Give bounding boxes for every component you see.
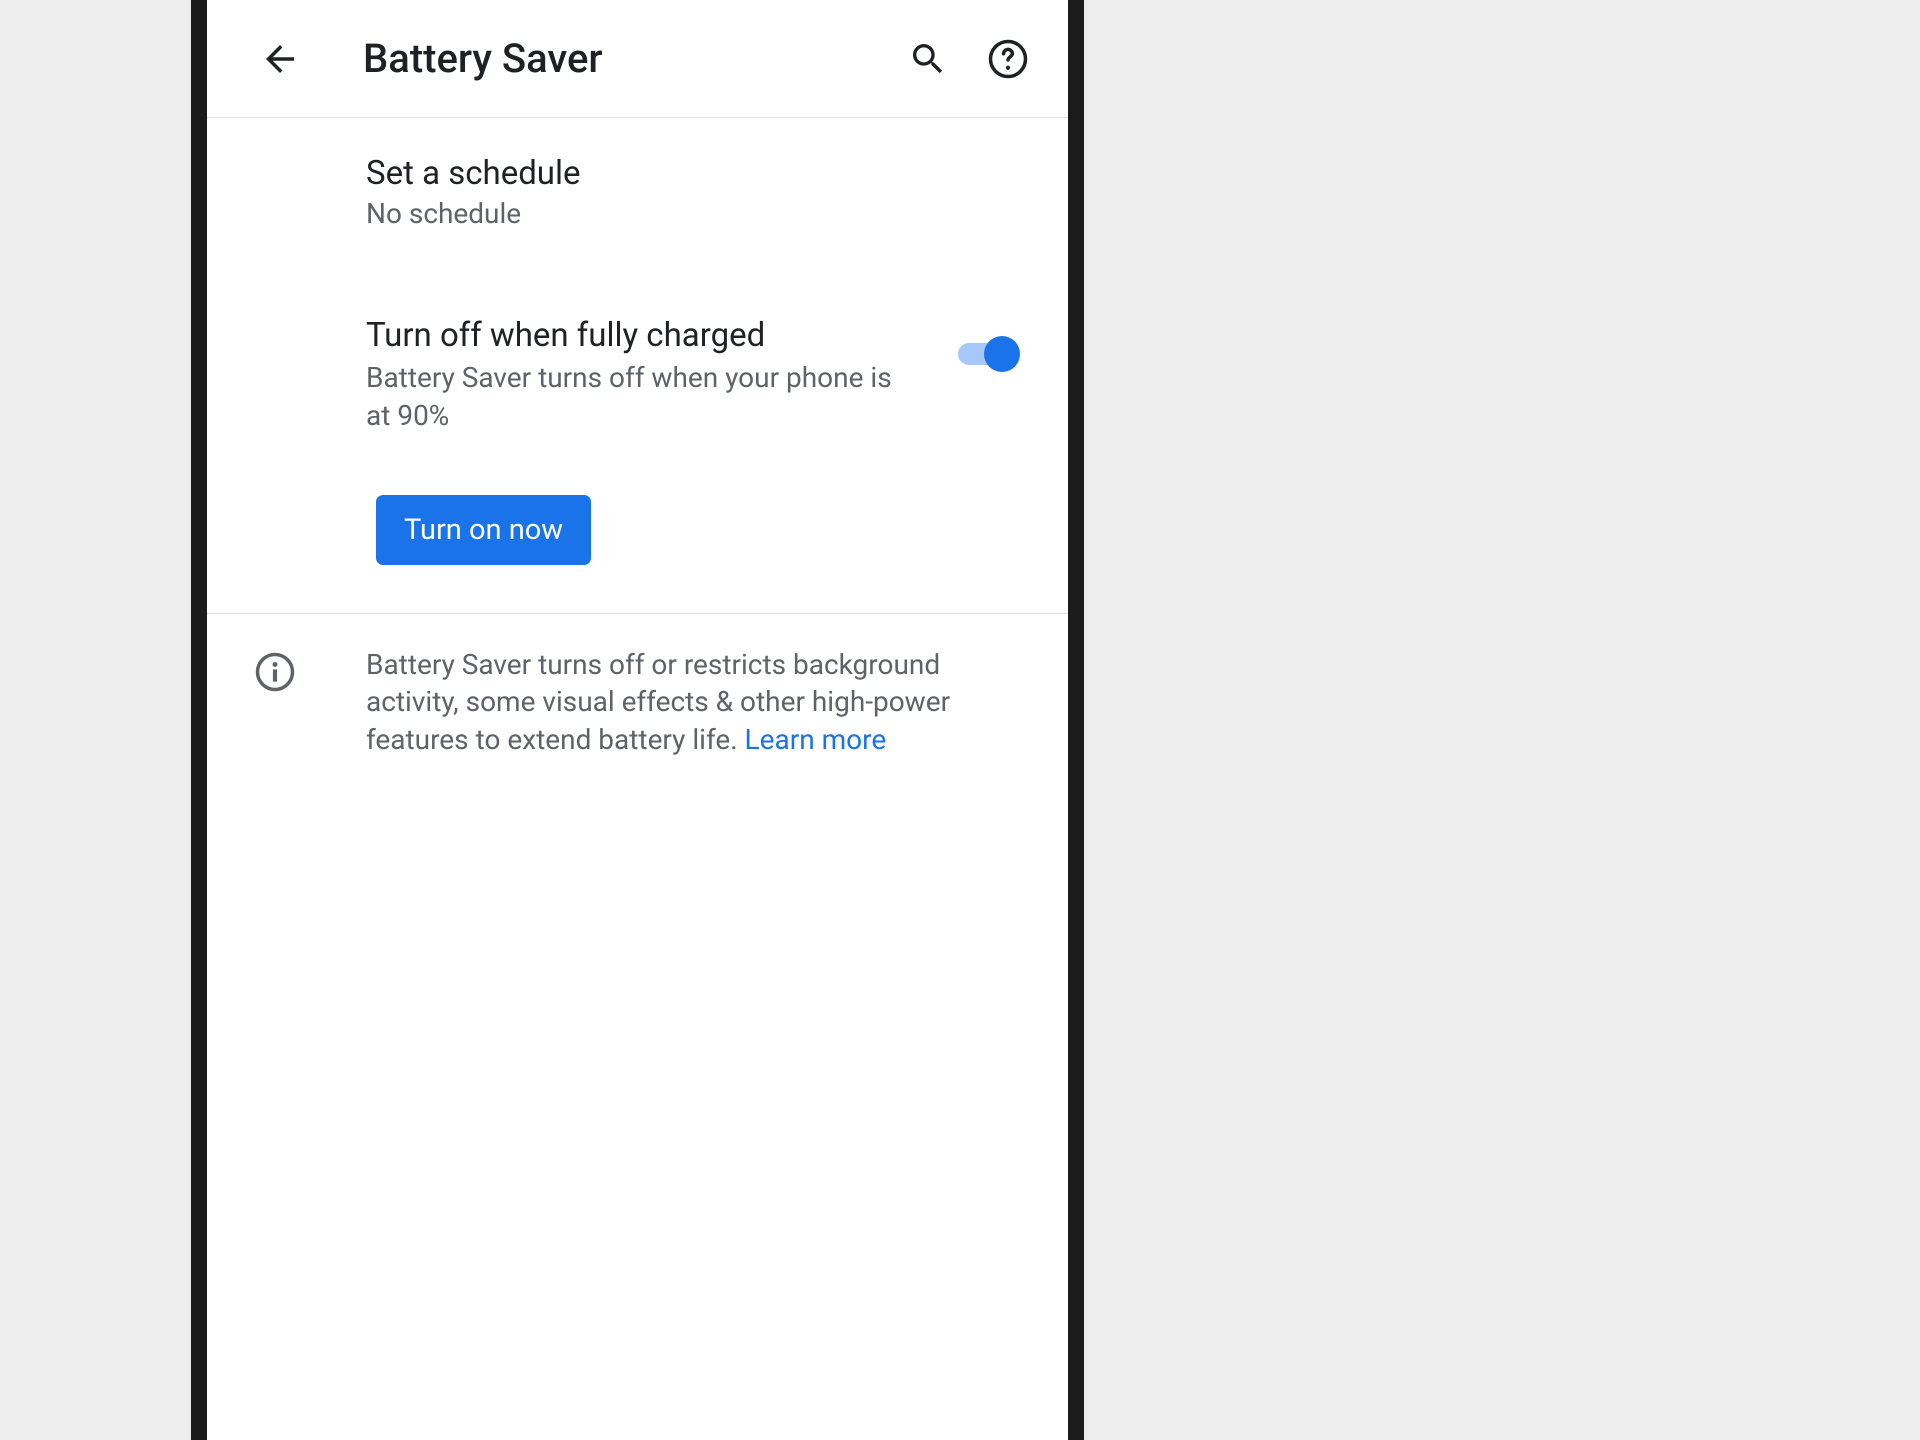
switch-thumb (984, 336, 1020, 372)
turn-off-charged-text: Turn off when fully charged Battery Save… (366, 316, 958, 435)
set-schedule-title: Set a schedule (366, 154, 1020, 193)
help-button[interactable] (978, 29, 1038, 89)
turn-off-charged-toggle[interactable] (958, 336, 1020, 372)
appbar: Battery Saver (207, 0, 1068, 118)
turn-off-charged-subtitle: Battery Saver turns off when your phone … (366, 359, 918, 435)
search-icon (908, 39, 948, 79)
screen: Battery Saver Set a schedule No schedule… (207, 0, 1068, 1440)
arrow-back-icon (259, 38, 301, 80)
turn-off-charged-title: Turn off when fully charged (366, 316, 918, 355)
back-button[interactable] (255, 34, 305, 84)
page-title: Battery Saver (363, 35, 878, 82)
info-row: Battery Saver turns off or restricts bac… (254, 614, 1020, 759)
info-icon (254, 651, 296, 693)
device-frame-right (1068, 0, 1084, 1440)
help-icon (987, 38, 1029, 80)
turn-on-now-button[interactable]: Turn on now (376, 495, 591, 565)
set-schedule-subtitle: No schedule (366, 197, 1020, 230)
info-text: Battery Saver turns off or restricts bac… (366, 646, 1020, 759)
turn-off-charged-item[interactable]: Turn off when fully charged Battery Save… (366, 250, 1020, 465)
search-button[interactable] (898, 29, 958, 89)
set-schedule-item[interactable]: Set a schedule No schedule (366, 118, 1020, 250)
device-frame-left (191, 0, 207, 1440)
content: Set a schedule No schedule Turn off when… (207, 118, 1068, 759)
learn-more-link[interactable]: Learn more (745, 723, 887, 756)
